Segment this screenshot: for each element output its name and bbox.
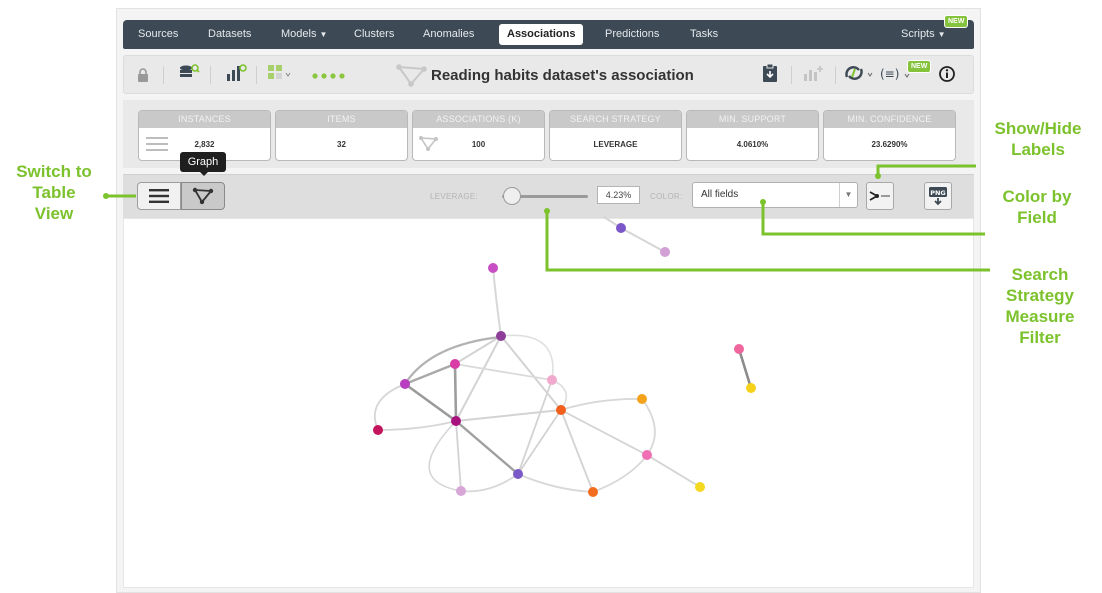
annotation-line: Field [1017, 208, 1057, 227]
annotation-line: Show/Hide [994, 119, 1082, 138]
callout-dot [760, 199, 766, 205]
annotation-line: Strategy [1005, 286, 1075, 305]
annotation-search-filter: Search Strategy Measure Filter [990, 264, 1090, 348]
annotation-switch-view: Switch to Table View [4, 161, 104, 224]
annotation-line: Search [1011, 265, 1069, 284]
annotation-line: Table [32, 183, 76, 202]
annotation-line: Color by [1002, 187, 1072, 206]
annotation-color-by-field: Color by Field [982, 186, 1092, 228]
callout-line-filter [545, 211, 990, 272]
annotation-show-hide-labels: Show/Hide Labels [978, 118, 1098, 160]
callout-dot [544, 208, 550, 214]
callout-dot [875, 173, 881, 179]
callout-lines [103, 164, 990, 272]
annotation-line: View [34, 204, 74, 223]
annotation-line: Measure [1005, 307, 1075, 326]
callout-line-labels [876, 164, 976, 176]
callout-line-color [761, 202, 985, 236]
annotation-line: Labels [1011, 140, 1065, 159]
annotation-line: Filter [1019, 328, 1061, 347]
annotation-line: Switch to [16, 162, 92, 181]
